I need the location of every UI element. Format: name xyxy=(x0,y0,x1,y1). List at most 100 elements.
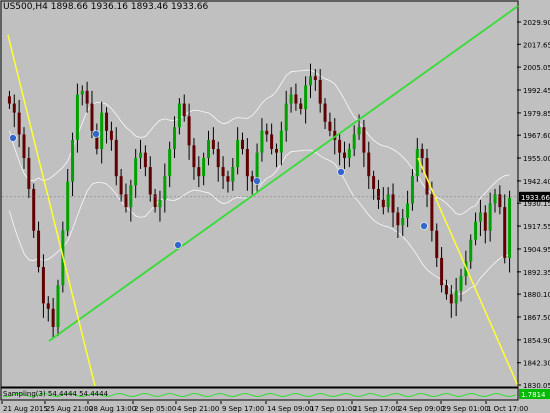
candle-body xyxy=(27,158,31,189)
fractal-marker xyxy=(420,222,428,230)
time-axis[interactable]: 21 Aug 201525 Aug 21:0028 Aug 13:002 Sep… xyxy=(1,401,528,413)
sub-window-label: Sampling(3) 54.4444 54.4444 xyxy=(3,390,109,398)
candle-body xyxy=(449,294,453,304)
candle-body xyxy=(7,96,11,104)
candle-body xyxy=(308,76,312,86)
chart-header: US500,H4 1898.66 1936.16 1893.46 1933.66 xyxy=(3,2,208,12)
candle-body xyxy=(430,194,434,231)
candle-body xyxy=(260,130,264,153)
candle-body xyxy=(85,90,89,104)
time-tick-label: 21 Aug 2015 xyxy=(3,405,48,413)
candle-body xyxy=(197,167,201,177)
candle-body xyxy=(17,112,21,135)
candle-body xyxy=(289,94,293,104)
time-tick-label: 24 Sep 09:00 xyxy=(398,405,445,413)
time-tick-label: 29 Sep 01:00 xyxy=(442,405,489,413)
candle-body xyxy=(313,76,317,80)
candle-body xyxy=(51,308,55,327)
symbol-label: US500,H4 xyxy=(3,2,48,12)
candle-body xyxy=(139,152,143,159)
candle-body xyxy=(406,203,410,218)
candle-body xyxy=(362,127,366,153)
candle-body xyxy=(391,194,395,213)
candle-body xyxy=(508,198,512,258)
candle-body xyxy=(124,194,128,208)
candle-body xyxy=(226,176,230,182)
candle-body xyxy=(347,148,351,159)
candle-body xyxy=(37,230,41,268)
candle-body xyxy=(153,194,157,208)
price-tick-label: 2017.65 xyxy=(523,41,550,49)
fractal-marker xyxy=(253,177,261,185)
price-tick-label: 2005.05 xyxy=(523,64,550,72)
candle-body xyxy=(265,130,269,135)
candle-body xyxy=(284,103,288,131)
candle-body xyxy=(236,139,240,168)
candle-body xyxy=(216,148,220,168)
candle-body xyxy=(338,139,342,153)
candle-body xyxy=(367,152,371,177)
candle-body xyxy=(211,139,215,149)
price-tick-label: 1917.55 xyxy=(523,223,550,231)
time-tick-label: 4 Sep 21:00 xyxy=(177,405,219,413)
time-tick-label: 17 Sep 01:00 xyxy=(310,405,357,413)
candle-body xyxy=(483,212,487,231)
price-chart[interactable]: 2029.90 2017.65 2005.05 1992.45 1979.85 1967.… xyxy=(0,0,550,413)
candle-body xyxy=(444,285,448,295)
candle-body xyxy=(435,230,439,258)
candle-body xyxy=(376,188,380,200)
candle-body xyxy=(415,148,419,177)
price-tick-label: 1992.45 xyxy=(523,87,550,95)
candle-body xyxy=(396,212,400,226)
price-tick-label: 1830.05 xyxy=(523,382,550,390)
ohlc-label: 1898.66 1936.16 1893.46 1933.66 xyxy=(50,2,209,12)
candle-body xyxy=(459,276,463,291)
candle-body xyxy=(410,176,414,204)
candle-body xyxy=(352,134,356,149)
candle-body xyxy=(299,103,303,110)
candle-body xyxy=(318,79,322,104)
candle-body xyxy=(134,158,138,186)
candle-body xyxy=(182,103,186,117)
price-tick-label: 1955.00 xyxy=(523,155,550,163)
price-tick-label: 1842.30 xyxy=(523,360,550,368)
current-price-value: 1933.66 xyxy=(521,194,550,202)
candle-body xyxy=(274,148,278,153)
candle-body xyxy=(454,290,458,304)
candle-body xyxy=(100,112,104,149)
candle-body xyxy=(342,152,346,159)
fractal-marker xyxy=(92,130,100,138)
candle-body xyxy=(163,176,167,200)
candle-body xyxy=(46,303,50,309)
price-tick-label: 1967.60 xyxy=(523,132,550,140)
candle-body xyxy=(202,158,206,177)
price-tick-label: 1854.90 xyxy=(523,337,550,345)
candle-body xyxy=(90,103,94,131)
candle-body xyxy=(386,194,390,208)
candle-body xyxy=(207,139,211,159)
candle-body xyxy=(75,94,79,140)
candle-body xyxy=(323,103,327,122)
time-tick-label: 14 Sep 09:00 xyxy=(267,405,314,413)
candle-body xyxy=(241,139,245,149)
fractal-marker xyxy=(337,168,345,176)
chart-window[interactable]: 2029.90 2017.65 2005.05 1992.45 1979.85 1967.… xyxy=(0,0,550,413)
candle-body xyxy=(41,267,45,304)
candle-body xyxy=(503,207,507,258)
candle-body xyxy=(119,176,123,195)
candle-body xyxy=(357,127,361,135)
time-tick-label: 25 Aug 21:00 xyxy=(46,405,93,413)
candle-body xyxy=(372,176,376,189)
fractal-marker xyxy=(9,134,17,142)
price-tick-label: 1867.50 xyxy=(523,314,550,322)
candle-body xyxy=(32,188,36,231)
price-tick-label: 1979.85 xyxy=(523,110,550,118)
candle-body xyxy=(420,148,424,159)
price-tick-label: 2029.90 xyxy=(523,19,550,27)
candle-body xyxy=(168,148,172,177)
candle-body xyxy=(143,152,147,168)
price-tick-label: 1942.40 xyxy=(523,178,550,186)
candle-body xyxy=(56,285,60,327)
price-tick-label: 1880.10 xyxy=(523,291,550,299)
fractal-marker xyxy=(174,241,182,249)
